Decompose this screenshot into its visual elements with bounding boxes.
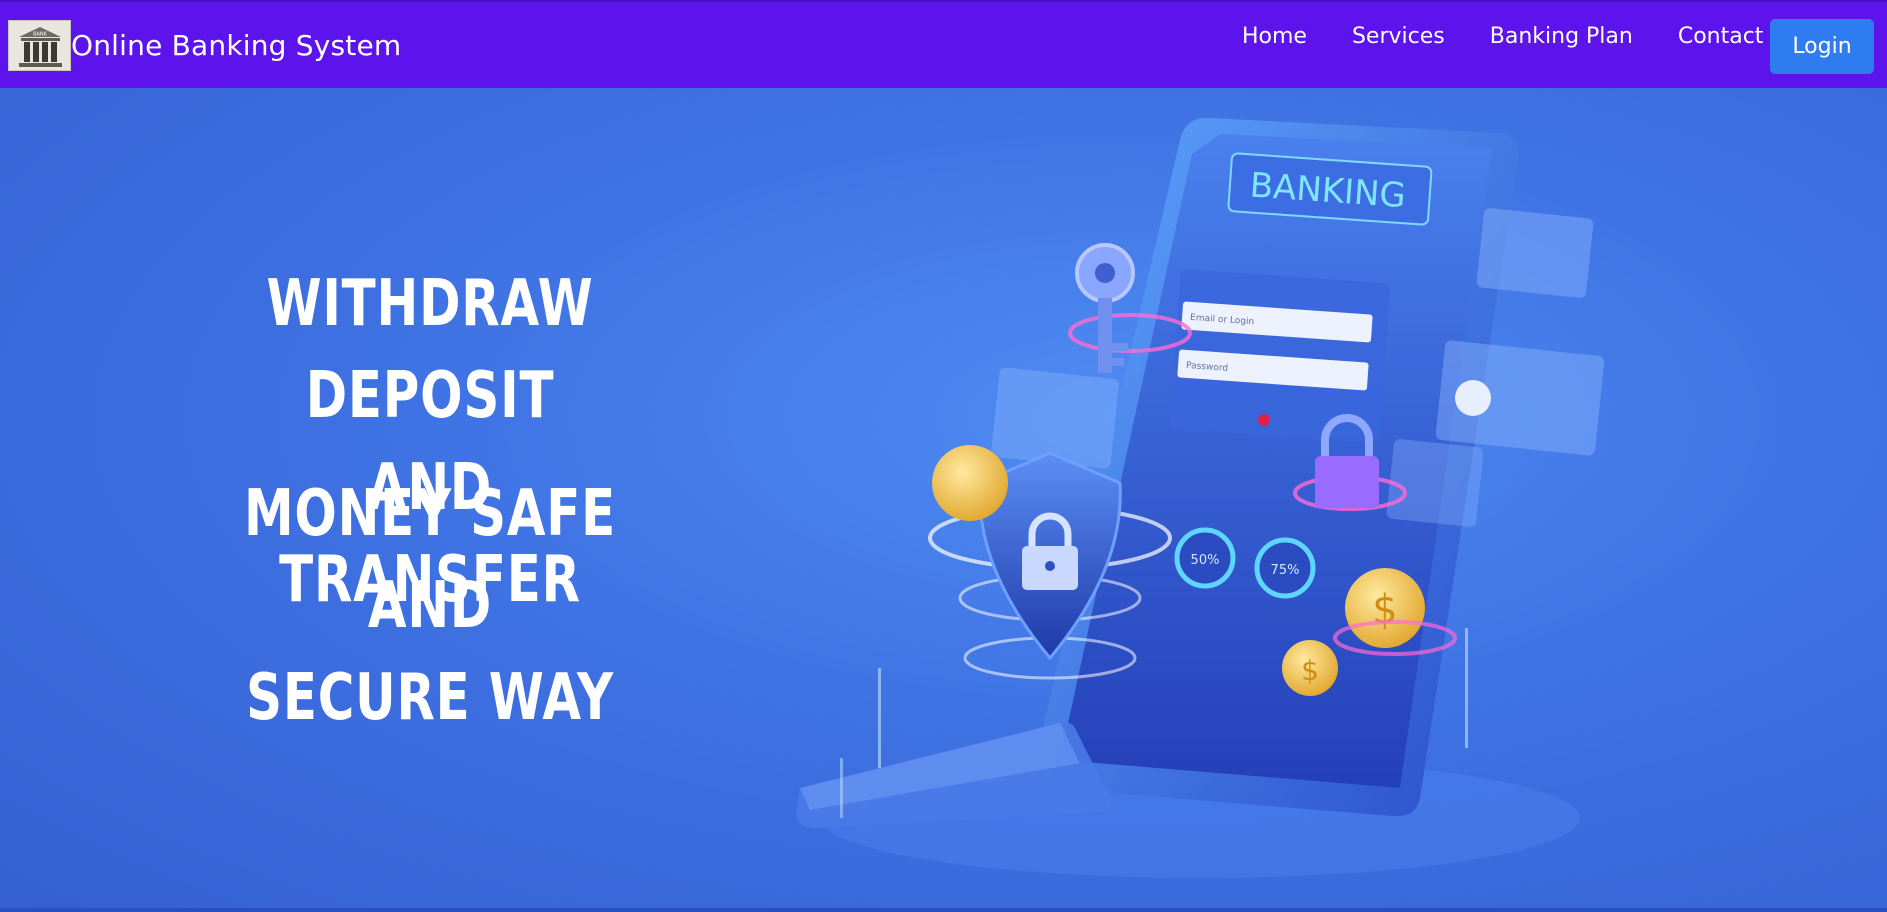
hero-section: WITHDRAW DEPOSIT AND TRANSFER MONEY SAFE… bbox=[0, 88, 1887, 912]
gauge-50: 50% bbox=[1174, 527, 1236, 589]
nav-link-banking-plan[interactable]: Banking Plan bbox=[1490, 24, 1633, 49]
nav-link-contact[interactable]: Contact bbox=[1678, 24, 1764, 49]
hero-headline-secondary: MONEY SAFE AND SECURE WAY bbox=[227, 468, 633, 744]
headline-line-4: SECURE WAY bbox=[246, 661, 614, 735]
gauge-75: 75% bbox=[1254, 537, 1316, 599]
login-button[interactable]: Login bbox=[1770, 19, 1874, 74]
headline-line-1: WITHDRAW DEPOSIT bbox=[266, 267, 594, 433]
top-navbar: BANK Online Banking System Home Services… bbox=[0, 0, 1887, 88]
page-bottom-border bbox=[0, 908, 1887, 912]
nav-link-services[interactable]: Services bbox=[1352, 24, 1445, 49]
credit-card bbox=[796, 722, 1111, 829]
svg-text:50%: 50% bbox=[1191, 553, 1220, 568]
brand-title[interactable]: Online Banking System bbox=[71, 29, 401, 62]
nav-links: Home Services Banking Plan Contact bbox=[1242, 24, 1808, 49]
svg-text:$: $ bbox=[1301, 654, 1319, 687]
brand[interactable]: BANK Online Banking System bbox=[8, 20, 401, 71]
headline-line-3: MONEY SAFE AND bbox=[243, 477, 617, 643]
svg-text:75%: 75% bbox=[1271, 563, 1300, 578]
nav-link-home[interactable]: Home bbox=[1242, 24, 1307, 49]
svg-text:BANK: BANK bbox=[33, 32, 48, 38]
mobile-banking-illustration: BANKING Email or Login Password 50% 75% … bbox=[796, 117, 1605, 878]
bank-logo-icon: BANK bbox=[8, 20, 71, 71]
svg-text:$: $ bbox=[1372, 587, 1397, 633]
